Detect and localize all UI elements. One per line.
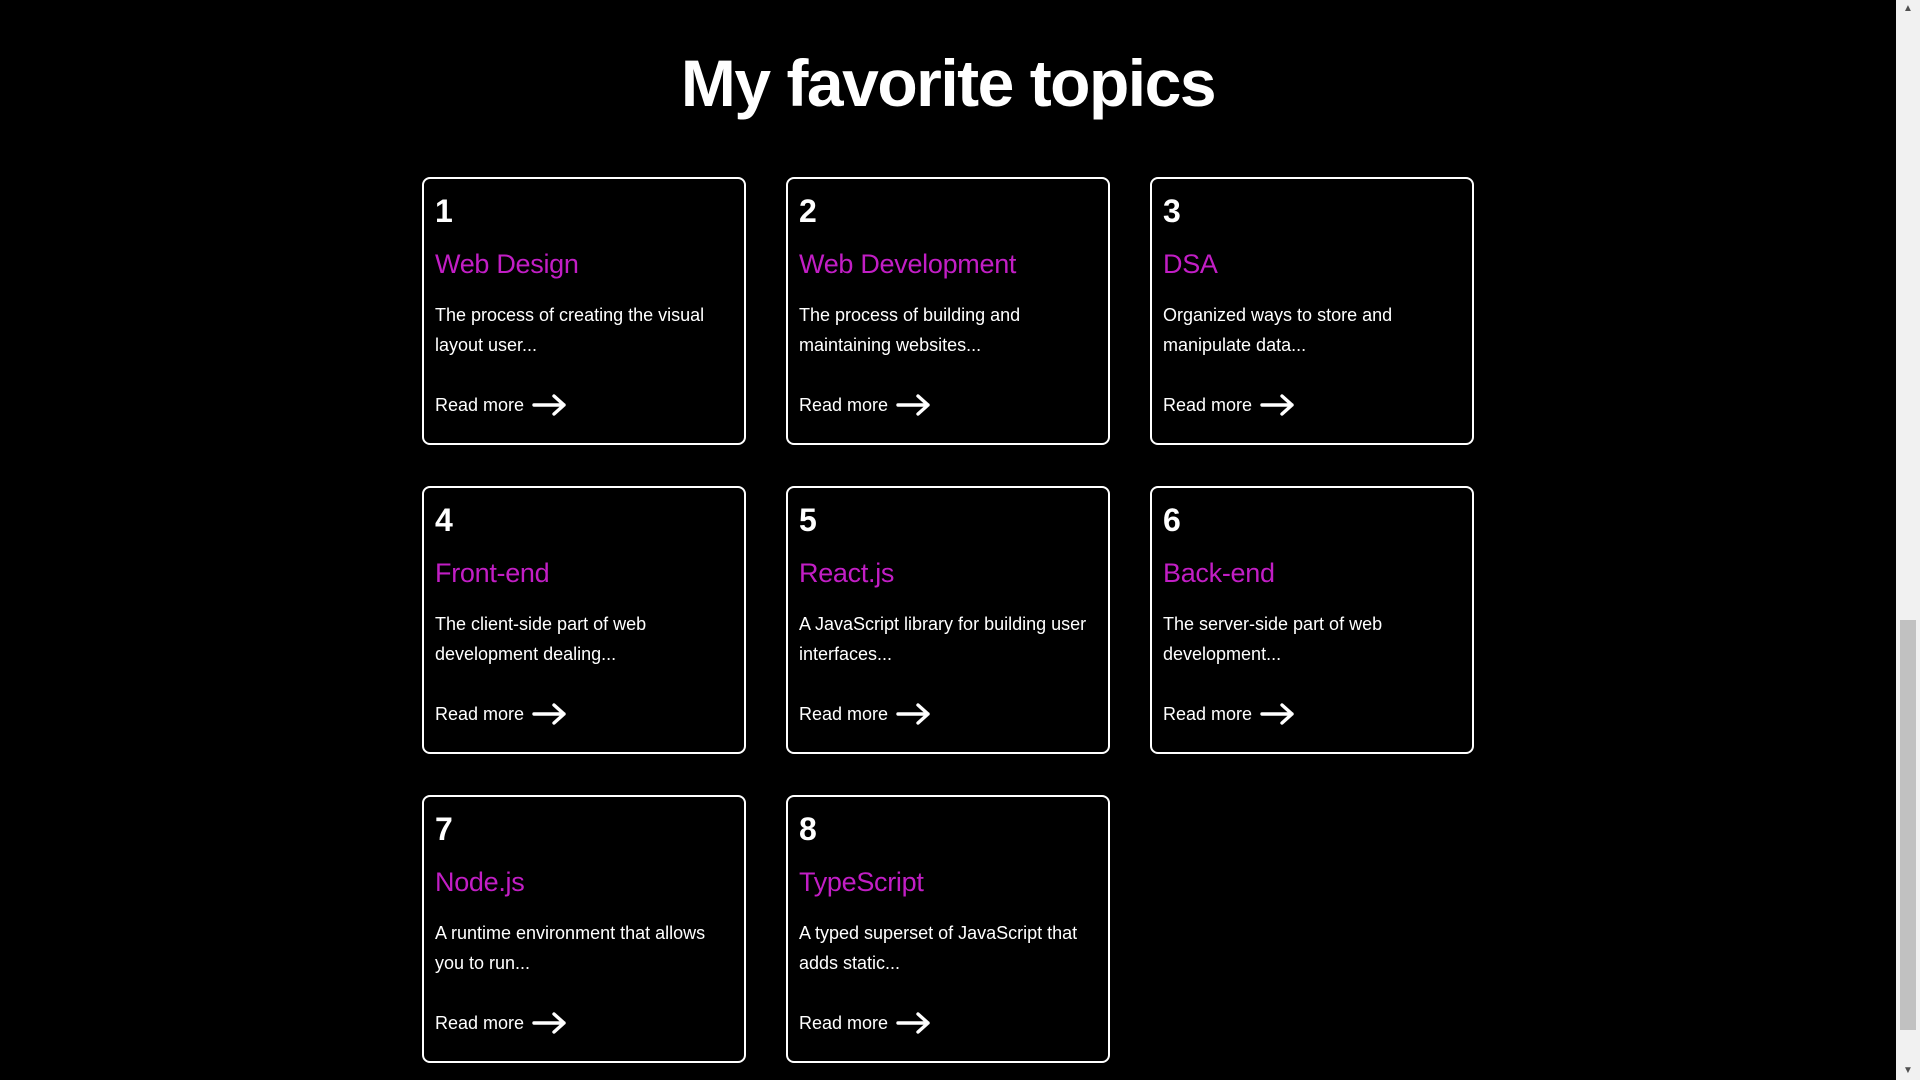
topic-title: Web Design <box>435 249 579 279</box>
topic-number: 5 <box>799 502 817 538</box>
arrow-right-icon <box>532 702 568 726</box>
topic-description: A JavaScript library for building user i… <box>799 614 1087 664</box>
topic-number: 4 <box>435 502 453 538</box>
arrow-right-icon <box>1260 393 1296 417</box>
scrollbar-thumb[interactable] <box>1900 620 1916 1030</box>
read-more-link[interactable]: Read more <box>1163 702 1296 726</box>
scroll-down-icon[interactable]: ▼ <box>1896 1062 1920 1080</box>
topic-card: 5 React.js A JavaScript library for buil… <box>786 486 1110 754</box>
topic-card: 2 Web Development The process of buildin… <box>786 177 1110 445</box>
heading-section: My favorite topics <box>0 50 1896 116</box>
topic-description: The server-side part of web development.… <box>1163 614 1383 664</box>
read-more-link[interactable]: Read more <box>799 393 932 417</box>
topic-number: 1 <box>435 193 453 229</box>
page: My favorite topics 1 Web Design The proc… <box>0 0 1920 1080</box>
topic-card: 6 Back-end The server-side part of web d… <box>1150 486 1474 754</box>
read-more-label: Read more <box>799 394 889 415</box>
topic-number: 2 <box>799 193 817 229</box>
topic-card: 4 Front-end The client-side part of web … <box>422 486 746 754</box>
read-more-link[interactable]: Read more <box>435 1011 568 1035</box>
read-more-label: Read more <box>799 1012 889 1033</box>
arrow-right-icon <box>532 393 568 417</box>
scrollbar[interactable]: ▲ ▼ <box>1896 0 1920 1080</box>
topic-description: The process of creating the visual layou… <box>435 305 705 355</box>
topics-grid: 1 Web Design The process of creating the… <box>422 177 1474 1063</box>
page-title: My favorite topics <box>681 50 1248 116</box>
arrow-right-icon <box>896 1011 932 1035</box>
topic-card: 8 TypeScript A typed superset of JavaScr… <box>786 795 1110 1063</box>
topic-title: DSA <box>1163 249 1218 279</box>
topic-number: 7 <box>435 811 453 847</box>
read-more-label: Read more <box>435 703 525 724</box>
topic-description: The process of building and maintaining … <box>799 305 1021 355</box>
topic-description: The client-side part of web development … <box>435 614 647 664</box>
arrow-right-icon <box>532 1011 568 1035</box>
arrow-right-icon <box>896 393 932 417</box>
read-more-label: Read more <box>799 703 889 724</box>
topic-title: TypeScript <box>799 867 924 897</box>
topic-title: Web Development <box>799 249 1017 279</box>
read-more-label: Read more <box>435 1012 525 1033</box>
scroll-up-icon[interactable]: ▲ <box>1896 0 1920 18</box>
topic-card: 7 Node.js A runtime environment that all… <box>422 795 746 1063</box>
topic-description: Organized ways to store and manipulate d… <box>1163 305 1393 355</box>
read-more-label: Read more <box>1163 394 1253 415</box>
read-more-link[interactable]: Read more <box>435 702 568 726</box>
read-more-link[interactable]: Read more <box>799 702 932 726</box>
read-more-link[interactable]: Read more <box>799 1011 932 1035</box>
topic-title: React.js <box>799 558 895 588</box>
topic-title: Front-end <box>435 558 550 588</box>
topic-number: 6 <box>1163 502 1181 538</box>
arrow-right-icon <box>896 702 932 726</box>
topic-description: A runtime environment that allows you to… <box>435 923 706 973</box>
read-more-link[interactable]: Read more <box>435 393 568 417</box>
topic-number: 8 <box>799 811 817 847</box>
topic-title: Back-end <box>1163 558 1275 588</box>
arrow-right-icon <box>1260 702 1296 726</box>
read-more-label: Read more <box>1163 703 1253 724</box>
topic-number: 3 <box>1163 193 1181 229</box>
read-more-label: Read more <box>435 394 525 415</box>
topic-card: 1 Web Design The process of creating the… <box>422 177 746 445</box>
topic-title: Node.js <box>435 867 525 897</box>
topic-card: 3 DSA Organized ways to store and manipu… <box>1150 177 1474 445</box>
topic-description: A typed superset of JavaScript that adds… <box>799 923 1078 973</box>
read-more-link[interactable]: Read more <box>1163 393 1296 417</box>
